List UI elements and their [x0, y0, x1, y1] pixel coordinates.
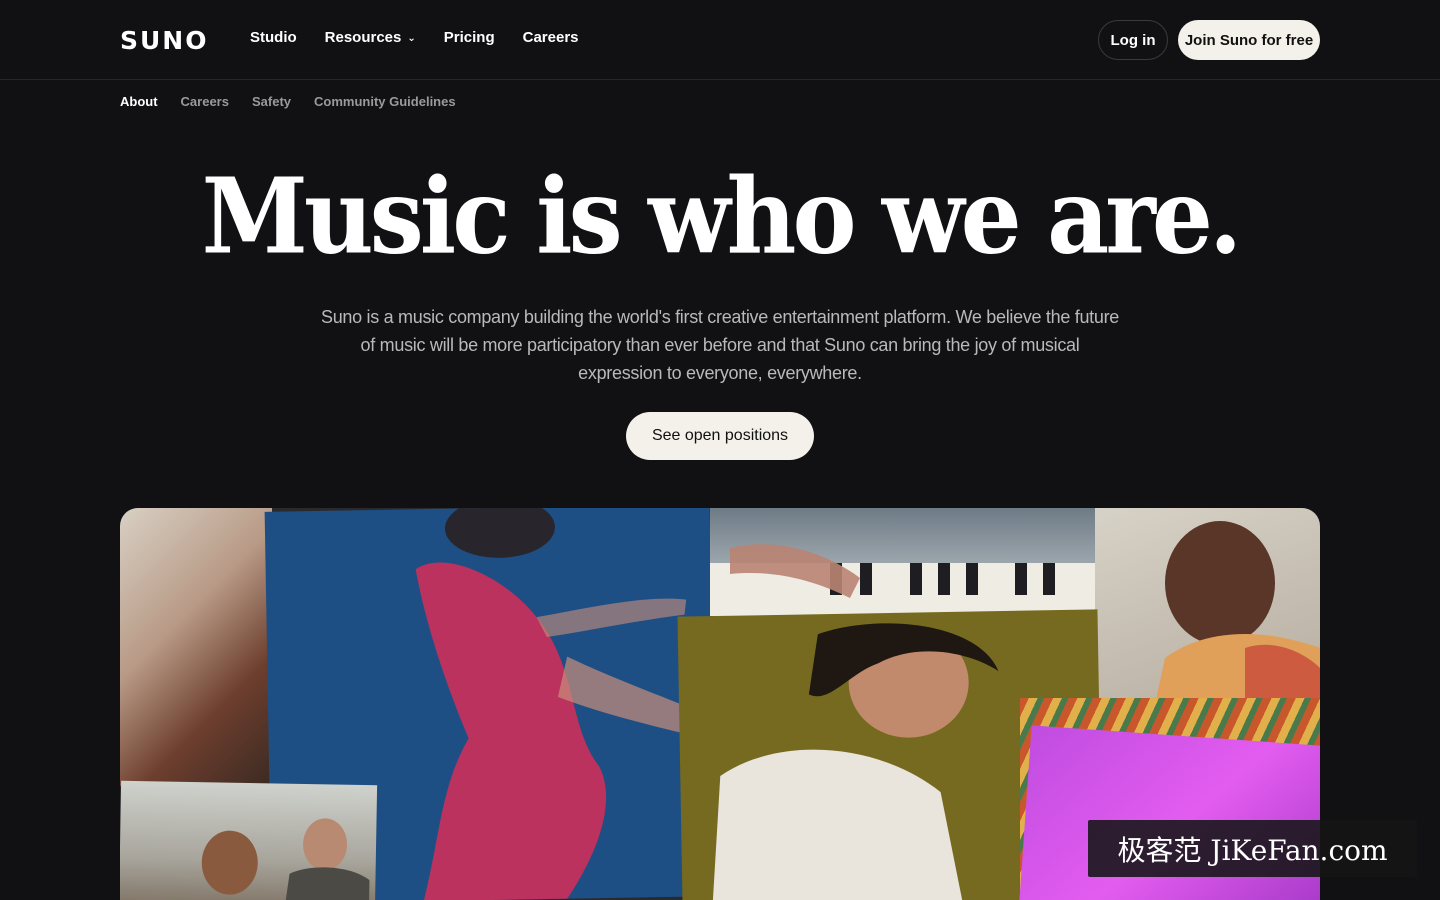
nav-studio-label: Studio	[250, 29, 297, 46]
hero-title: Music is who we are.	[201, 155, 1243, 278]
piano-keys-illustration	[710, 544, 1100, 616]
watermark: 极客范 JiKeFan.com	[1088, 820, 1417, 877]
collage-photo-hair	[120, 508, 272, 786]
site-header: SUNO Studio Resources ⌄ Pricing Careers L…	[0, 0, 1440, 80]
nav-resources[interactable]: Resources ⌄	[325, 29, 416, 46]
chevron-down-icon: ⌄	[407, 33, 416, 44]
collage-photo-smiling-person	[1095, 508, 1320, 704]
hero-description: Suno is a music company building the wor…	[320, 307, 1119, 383]
subnav-community-guidelines[interactable]: Community Guidelines	[314, 94, 456, 109]
crowd-illustration	[201, 818, 370, 900]
main-nav: Studio Resources ⌄ Pricing Careers	[250, 29, 607, 46]
see-open-positions-button[interactable]: See open positions	[626, 412, 814, 460]
nav-pricing-label: Pricing	[443, 29, 495, 46]
collage-photo-piano	[710, 508, 1100, 616]
nav-careers-label: Careers	[522, 29, 579, 46]
smiling-person-illustration	[1155, 521, 1320, 704]
collage-photo-crowd	[120, 780, 378, 900]
join-free-button[interactable]: Join Suno for free	[1178, 20, 1320, 60]
sub-nav: About Careers Safety Community Guideline…	[120, 94, 479, 109]
subnav-careers[interactable]: Careers	[181, 94, 229, 109]
nav-resources-label: Resources	[324, 29, 402, 46]
login-button[interactable]: Log in	[1098, 20, 1168, 60]
subnav-about[interactable]: About	[120, 94, 158, 109]
nav-careers[interactable]: Careers	[523, 29, 579, 46]
nav-studio[interactable]: Studio	[250, 29, 297, 46]
subnav-safety[interactable]: Safety	[252, 94, 291, 109]
nav-pricing[interactable]: Pricing	[444, 29, 495, 46]
suno-logo[interactable]: SUNO	[120, 26, 208, 55]
